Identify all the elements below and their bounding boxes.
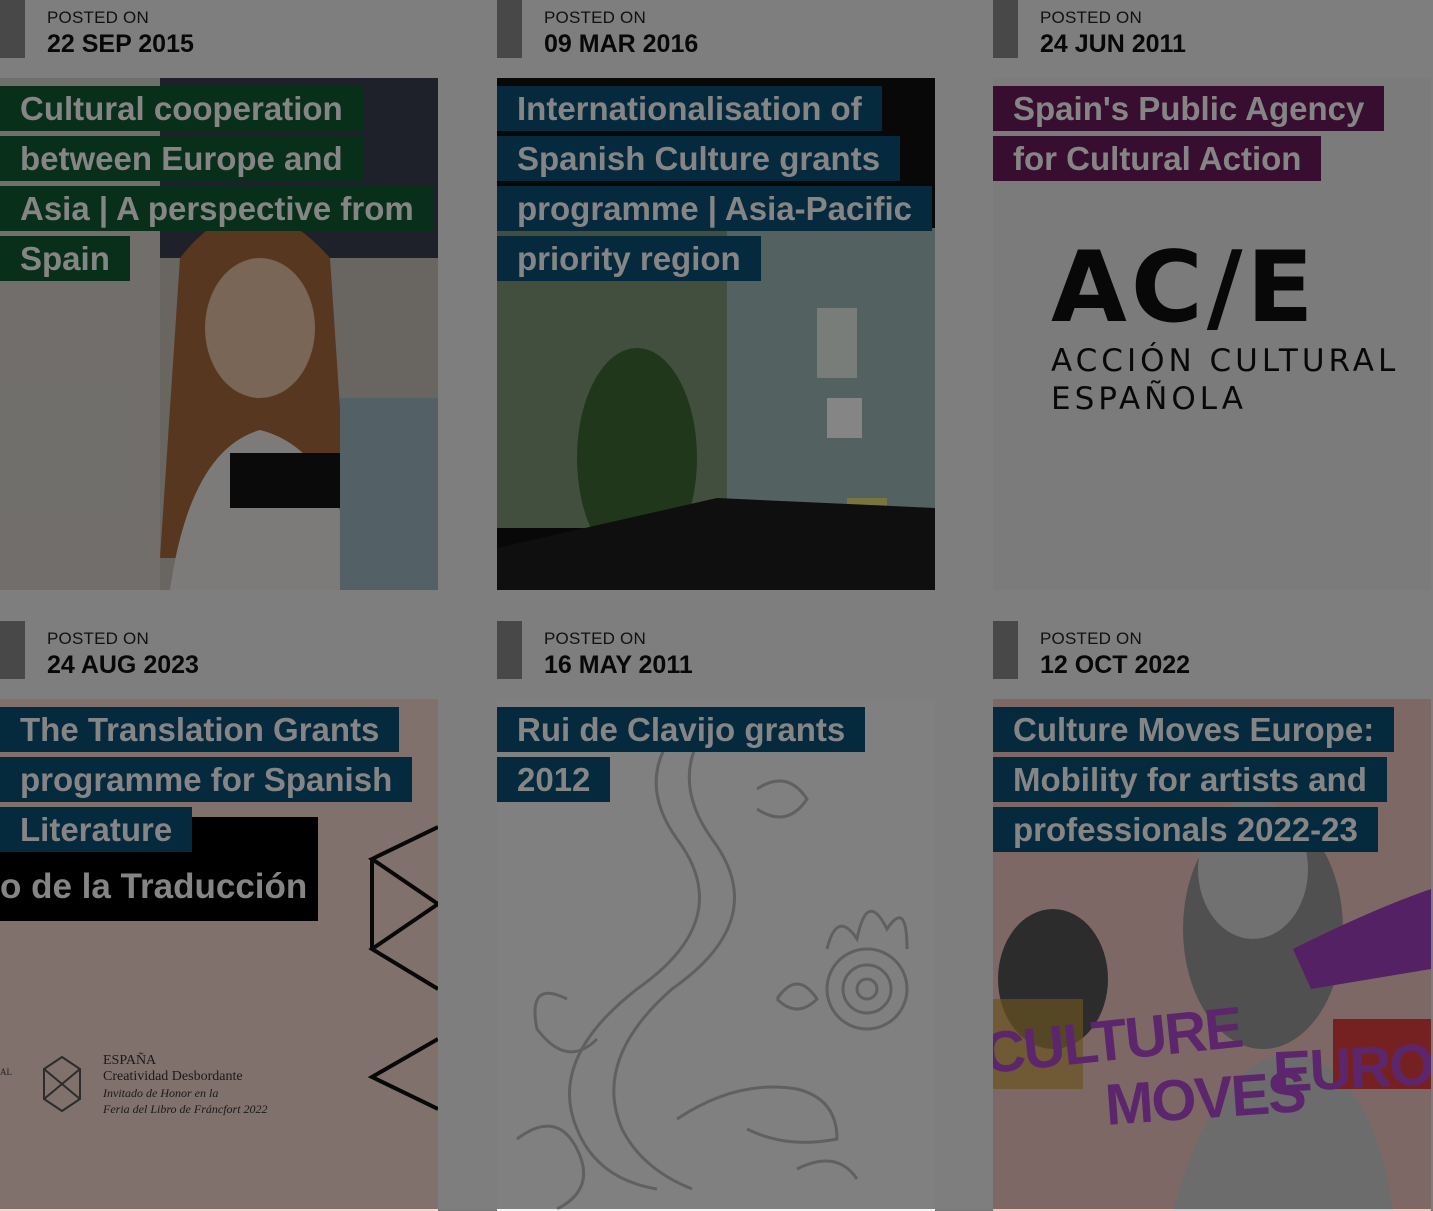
meta-accent-bar [497, 621, 522, 679]
posted-on-label: POSTED ON [1040, 629, 1142, 648]
post-date: 09 MAR 2016 [544, 30, 699, 58]
meta-accent-bar [497, 0, 522, 58]
post-thumbnail[interactable]: o de la Traducción AL ESPAÑA Creatividad… [0, 699, 438, 1211]
post-date: 22 SEP 2015 [47, 30, 194, 58]
post-date: 24 JUN 2011 [1040, 30, 1186, 58]
post-card[interactable]: POSTED ON 16 MAY 2011 Rui de Clavijo gra… [497, 621, 935, 1211]
ace-logo: AC/E ACCIÓN CULTURAL ESPAÑOLA [1051, 231, 1400, 417]
meta-accent-bar [993, 0, 1018, 58]
meta-accent-bar [993, 621, 1018, 679]
credit-line-3: Feria del Libro de Fráncfort 2022 [103, 1102, 268, 1116]
credit-line-2: Invitado de Honor en la [103, 1086, 219, 1100]
post-title[interactable]: Cultural cooperation between Europe and … [0, 84, 434, 284]
post-thumbnail[interactable]: Rui de Clavijo grants 2012 [497, 699, 935, 1211]
post-thumbnail[interactable]: Cultural cooperation between Europe and … [0, 78, 438, 590]
post-title[interactable]: The Translation Grants programme for Spa… [0, 705, 420, 855]
euro-word: EURO [1271, 1031, 1431, 1106]
posts-grid: POSTED ON 22 SEP 2015 Cultural cooperati… [0, 0, 1433, 1211]
post-title[interactable]: Rui de Clavijo grants 2012 [497, 705, 917, 805]
posted-on-label: POSTED ON [47, 629, 149, 648]
posted-on-label: POSTED ON [47, 8, 149, 27]
posted-on-label: POSTED ON [544, 629, 646, 648]
post-thumbnail[interactable]: AC/E ACCIÓN CULTURAL ESPAÑOLA Spain's Pu… [993, 78, 1431, 590]
post-card[interactable]: POSTED ON 24 JUN 2011 AC/E ACCIÓN CULTUR… [993, 0, 1431, 590]
post-card[interactable]: POSTED ON 12 OCT 2022 CULTURE MOVES EURO… [993, 621, 1431, 1211]
post-title[interactable]: Spain's Public Agency for Cultural Actio… [993, 84, 1413, 184]
post-meta: POSTED ON 24 AUG 2023 [0, 621, 438, 681]
edge-text: AL [0, 1067, 12, 1077]
post-date: 24 AUG 2023 [47, 651, 199, 679]
post-card[interactable]: POSTED ON 09 MAR 2016 Internationalisati… [497, 0, 935, 590]
espana-label: ESPAÑA [103, 1053, 157, 1068]
ace-logo-line2: ESPAÑOLA [1051, 381, 1247, 417]
post-card[interactable]: POSTED ON 24 AUG 2023 o de la Traducción… [0, 621, 438, 1211]
post-title[interactable]: Internationalisation of Spanish Culture … [497, 84, 932, 284]
post-meta: POSTED ON 12 OCT 2022 [993, 621, 1431, 681]
credit-line-1: Creatividad Desbordante [103, 1069, 243, 1084]
post-card[interactable]: POSTED ON 22 SEP 2015 Cultural cooperati… [0, 0, 438, 590]
ace-logo-mark: AC/E [1051, 231, 1318, 345]
post-meta: POSTED ON 24 JUN 2011 [993, 0, 1431, 60]
post-meta: POSTED ON 09 MAR 2016 [497, 0, 935, 60]
post-date: 12 OCT 2022 [1040, 651, 1191, 679]
post-thumbnail[interactable]: CULTURE MOVES EURO Culture Moves Europe:… [993, 699, 1431, 1211]
post-meta: POSTED ON 22 SEP 2015 [0, 0, 438, 60]
meta-accent-bar [0, 0, 25, 58]
ace-logo-line1: ACCIÓN CULTURAL [1051, 343, 1400, 379]
post-thumbnail[interactable]: Internationalisation of Spanish Culture … [497, 78, 935, 590]
post-date: 16 MAY 2011 [544, 651, 693, 679]
post-title[interactable]: Culture Moves Europe: Mobility for artis… [993, 705, 1413, 855]
meta-accent-bar [0, 621, 25, 679]
posted-on-label: POSTED ON [544, 8, 646, 27]
posted-on-label: POSTED ON [1040, 8, 1142, 27]
post-meta: POSTED ON 16 MAY 2011 [497, 621, 935, 681]
